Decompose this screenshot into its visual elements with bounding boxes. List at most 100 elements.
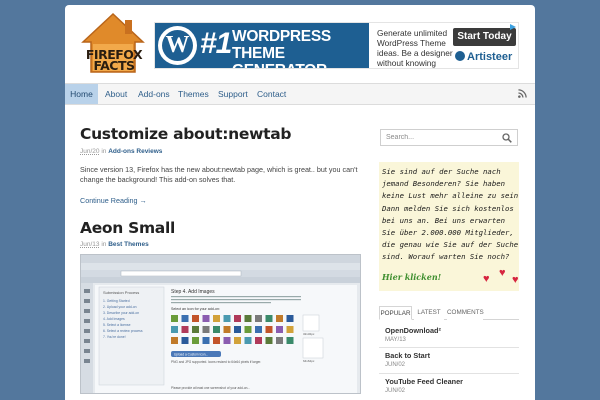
post-date: Jun/13 [80, 241, 100, 248]
header-banner-ad[interactable]: W #1 WORDPRESS THEME GENERATOR Generate … [154, 22, 519, 69]
sidebar-ad-line: Sie über 2.000.000 Mitglieder, [382, 228, 514, 238]
screenshot-note: PNG and JPG supported. Icons resized to … [171, 360, 261, 364]
screenshot-icon-swatch [181, 315, 189, 322]
sidebar-ad-line: Dann melden Sie sich kostenlos [382, 203, 514, 213]
sidebar-ad-line: bei uns an. Bei uns erwarten [382, 215, 506, 225]
screenshot-icon-swatch [276, 315, 283, 322]
site-logo[interactable]: FIREFOX FACTS [81, 12, 145, 74]
popular-item-title[interactable]: YouTube Feed Cleaner [385, 377, 463, 387]
screenshot-icon-swatch [223, 315, 231, 322]
post-title-customize-newtab[interactable]: Customize about:newtab [80, 125, 291, 143]
heart-icon: ♥ [483, 273, 490, 285]
popular-item-date: MAY/13 [385, 337, 406, 343]
heart-icon: ♥ [512, 274, 519, 286]
screenshot-step: 4. Add Images [103, 317, 125, 321]
main-nav: Home About Add-ons Themes Support Contac… [65, 83, 535, 105]
screenshot-icon-swatch [265, 315, 273, 322]
post-excerpt: Since version 13, Firefox has the new ab… [80, 165, 358, 184]
ad-title-line2: THEME GENERATOR [232, 45, 327, 68]
screenshot-heading: Step 4. Add Images [171, 289, 215, 295]
nav-themes[interactable]: Themes [178, 84, 209, 104]
post-date: Jun/20 [80, 148, 100, 155]
screenshot-icon-swatch [265, 326, 273, 333]
ad-brand-name: Artisteer [467, 51, 513, 63]
page: FIREFOX FACTS W #1 WORDPRESS THEME GENER… [65, 5, 535, 400]
nav-about[interactable]: About [105, 84, 127, 104]
screenshot-size-64: 64x64px [303, 359, 315, 363]
popular-item-title[interactable]: Back to Start [385, 351, 430, 361]
screenshot-upload-button: Upload a Custom Icon... [174, 353, 208, 357]
screenshot-step: 7. You're done! [103, 335, 126, 339]
screenshot-icon-swatch [181, 326, 189, 333]
screenshot-icon-swatch [234, 315, 241, 322]
wordpress-logo-icon: W [158, 26, 197, 65]
screenshot-size-32: 32x32px [303, 332, 315, 336]
rss-icon[interactable] [518, 89, 527, 98]
screenshot-step: 5. Select a license [103, 323, 131, 327]
ad-start-button[interactable]: Start Today [453, 28, 516, 46]
screenshot-icon-swatch [265, 337, 273, 344]
screenshot-icon-swatch [244, 315, 252, 322]
sidebar-ad-line: Sie sind auf der Suche nach [382, 167, 501, 176]
tab-popular[interactable]: POPULAR [379, 306, 412, 320]
firefox-window-screenshot: Submission Process 1. Getting Started 2. … [81, 255, 360, 393]
screenshot-icon-swatch [213, 337, 220, 344]
post-screenshot-image[interactable]: Submission Process 1. Getting Started 2. … [80, 254, 361, 394]
screenshot-icon-swatch [223, 337, 231, 344]
logo-text-line2: FACTS [93, 58, 135, 73]
screenshot-icon-swatch [286, 315, 294, 322]
ad-number: #1 [200, 27, 232, 60]
screenshot-bottom-text: Please provide at least one screenshot o… [171, 386, 250, 390]
screenshot-icon-swatch [255, 315, 262, 322]
sidebar-ad-line: sind. Worauf warten Sie noch? [382, 252, 510, 262]
ad-title-line1: WORDPRESS [232, 28, 331, 45]
screenshot-icon-swatch [202, 326, 210, 333]
sidebar-dating-ad[interactable]: Sie sind auf der Suche nach jemand Beson… [379, 162, 519, 291]
screenshot-icon-swatch [255, 326, 262, 333]
screenshot-icon-swatch [255, 337, 262, 344]
popular-item[interactable]: YouTube Feed Cleaner JUN/02 [379, 374, 519, 400]
screenshot-icon-swatch [171, 315, 178, 322]
post-meta-in: in [101, 148, 107, 155]
nav-home[interactable]: Home [65, 84, 98, 104]
post-meta: Jun/20 in Add-ons Reviews [80, 148, 162, 156]
sidebar-ad-line: keine Lust mehr alleine zu sein? [382, 191, 519, 201]
sidebar-ad-cta[interactable]: Hier klicken! [382, 272, 441, 282]
tab-latest[interactable]: LATEST [414, 306, 444, 320]
screenshot-icon-swatch [192, 337, 199, 344]
screenshot-icon-swatch [171, 326, 178, 333]
artisteer-logo-icon [455, 51, 465, 61]
continue-reading-link[interactable]: Continue Reading → [80, 196, 147, 205]
sidebar-ad-text: Sie sind auf der Suche nach jemand Beson… [382, 166, 519, 264]
screenshot-icon-swatch [244, 337, 252, 344]
screenshot-icon-swatch [234, 326, 241, 333]
screenshot-icon-swatch [286, 337, 294, 344]
screenshot-step: 1. Getting Started [103, 299, 130, 303]
screenshot-icon-swatch [213, 315, 220, 322]
screenshot-icon-swatch [276, 337, 283, 344]
screenshot-icon-swatch [223, 326, 231, 333]
ad-description: Generate unlimited WordPress Theme ideas… [377, 28, 453, 68]
post-meta: Jun/13 in Best Themes [80, 241, 149, 249]
search-box [380, 129, 518, 146]
sidebar-ad-line: jemand Besonderen? Sie haben [382, 179, 506, 189]
search-icon[interactable] [502, 133, 512, 143]
post-meta-in: in [101, 241, 107, 248]
screenshot-icon-swatch [202, 337, 210, 344]
popular-item[interactable]: OpenDownload² MAY/13 [379, 323, 519, 348]
search-input[interactable] [381, 130, 501, 145]
nav-contact[interactable]: Contact [257, 84, 286, 104]
post-category-link[interactable]: Add-ons Reviews [108, 148, 162, 155]
screenshot-icon-swatch [276, 326, 283, 333]
popular-item[interactable]: Back to Start JUN/02 [379, 348, 519, 374]
nav-support[interactable]: Support [218, 84, 248, 104]
post-title-aeon-small[interactable]: Aeon Small [80, 219, 175, 237]
screenshot-icon-swatch [286, 326, 294, 333]
screenshot-icon-label: Select an icon for your add-on: [171, 307, 220, 311]
screenshot-step: 6. Select a review process [103, 329, 143, 333]
popular-item-title[interactable]: OpenDownload² [385, 326, 441, 336]
nav-add-ons[interactable]: Add-ons [138, 84, 170, 104]
post-category-link[interactable]: Best Themes [108, 241, 148, 248]
screenshot-step: 2. Upload your add-on [103, 305, 137, 309]
tab-comments[interactable]: COMMENTS [447, 306, 484, 320]
